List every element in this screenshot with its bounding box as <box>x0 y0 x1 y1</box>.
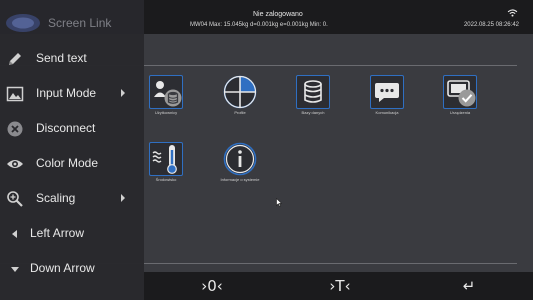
menu-item-left-arrow[interactable]: Left Arrow <box>0 216 144 251</box>
menu-item-scaling[interactable]: Scaling <box>0 181 144 216</box>
app-title: Screen Link <box>48 16 112 30</box>
tile-label: Bazy danych <box>301 110 325 115</box>
menu-item-down-arrow[interactable]: Down Arrow <box>0 251 144 286</box>
menu-item-label: Send text <box>36 51 87 65</box>
zoom-icon <box>7 191 23 207</box>
menu-item-label: Down Arrow <box>30 261 95 275</box>
devices-check-icon <box>443 75 477 109</box>
info-icon <box>223 142 257 176</box>
tare-button[interactable]: ›T‹ <box>310 272 370 300</box>
database-icon <box>296 75 330 109</box>
menu-item-label: Disconnect <box>36 121 96 135</box>
close-circle-icon <box>7 121 23 137</box>
menu-item-color-mode[interactable]: Color Mode <box>0 146 144 181</box>
users-database-icon <box>149 75 183 109</box>
menu-item-input-mode[interactable]: Input Mode <box>0 76 144 111</box>
tile-communication[interactable]: Komunikacja <box>357 75 417 115</box>
screen-link-menu: Screen Link Send text Input Mode Disconn… <box>0 0 144 300</box>
mouse-cursor-icon <box>276 198 282 207</box>
chevron-right-icon <box>121 89 125 97</box>
menu-item-label: Left Arrow <box>30 226 85 240</box>
menu-item-send-text[interactable]: Send text <box>0 41 144 76</box>
tile-label: Komunikacja <box>375 110 399 115</box>
menu-item-label: Input Mode <box>36 86 97 100</box>
arrow-left-icon <box>12 230 17 238</box>
tile-label: Użytkownicy <box>154 110 178 115</box>
environment-thermometer-icon <box>149 142 183 176</box>
menu-item-label: Color Mode <box>36 156 99 170</box>
tile-label: Urządzenia <box>449 110 471 115</box>
zero-button[interactable]: ›0‹ <box>182 272 242 300</box>
tile-environment[interactable]: Środowisko <box>136 142 196 182</box>
scale-parameters: MW04 Max: 15.045kg d=0.001kg e=0.001kg M… <box>190 22 328 28</box>
login-status: Nie zalogowano <box>253 11 303 18</box>
enter-button[interactable]: ↵ <box>439 272 499 300</box>
menu-header: Screen Link <box>0 0 144 40</box>
chat-bubble-icon <box>370 75 404 109</box>
menu-item-label: Scaling <box>36 191 76 205</box>
tile-label: Profile <box>234 110 246 115</box>
pencil-icon <box>9 53 21 65</box>
tile-profile[interactable]: Profile <box>210 75 270 115</box>
wifi-icon <box>507 9 518 17</box>
tile-label: Informacje o systemie <box>220 177 260 182</box>
tile-system-info[interactable]: Informacje o systemie <box>210 142 270 182</box>
chevron-right-icon <box>121 194 125 202</box>
menu-item-disconnect[interactable]: Disconnect <box>0 111 144 146</box>
profile-pie-icon <box>223 75 257 109</box>
image-icon <box>6 86 24 102</box>
tile-label: Środowisko <box>155 177 177 182</box>
tile-databases[interactable]: Bazy danych <box>283 75 343 115</box>
action-bar: ›0‹ ›T‹ ↵ <box>144 272 533 300</box>
tile-devices[interactable]: Urządzenia <box>430 75 490 115</box>
tile-users[interactable]: Użytkownicy <box>136 75 196 115</box>
eye-icon <box>7 160 23 168</box>
screen-link-logo-icon <box>6 14 40 32</box>
arrow-down-icon <box>11 267 19 272</box>
date-time: 2022.08.25 08:26:42 <box>463 22 519 28</box>
